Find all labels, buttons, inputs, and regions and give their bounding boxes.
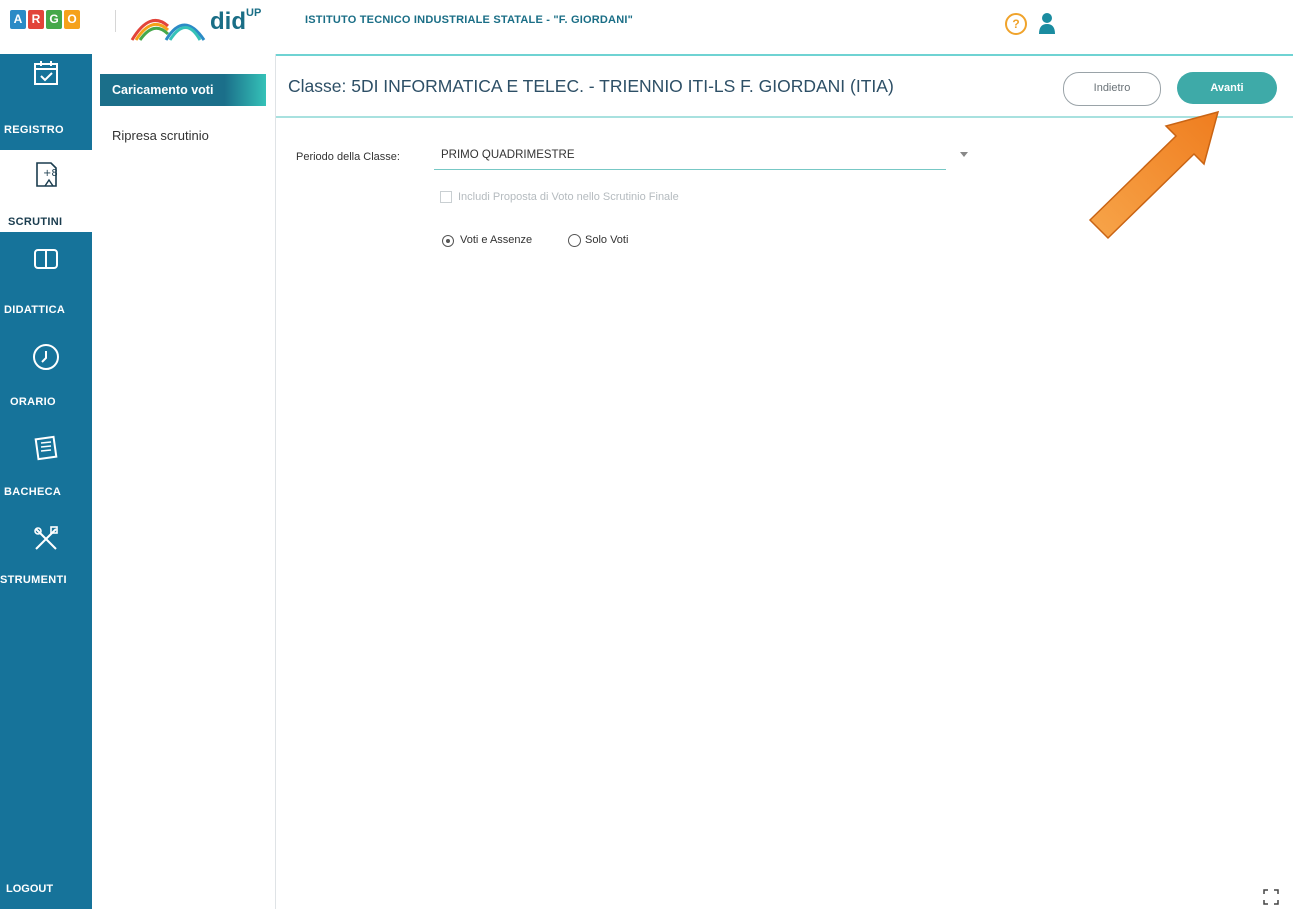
- argo-letter: R: [28, 10, 44, 29]
- header-divider: [115, 10, 116, 32]
- nav-label: BACHECA: [4, 486, 62, 498]
- nav-label: ORARIO: [10, 396, 56, 408]
- next-button[interactable]: Avanti: [1177, 72, 1277, 104]
- argo-letter: G: [46, 10, 62, 29]
- nav-label: DIDATTICA: [4, 304, 66, 316]
- argo-letter: O: [64, 10, 80, 29]
- notice-board-icon: [34, 435, 58, 461]
- includi-proposta-label: Includi Proposta di Voto nello Scrutinio…: [458, 191, 679, 203]
- argo-logo: A R G O: [10, 10, 80, 29]
- app-name-text: did: [210, 8, 246, 35]
- nav-item-strumenti[interactable]: STRUMENTI: [0, 514, 92, 596]
- subnav-item-ripresa-scrutinio[interactable]: Ripresa scrutinio: [112, 128, 209, 143]
- clock-icon: [33, 344, 59, 370]
- radio-solo-voti-label: Solo Voti: [585, 234, 629, 246]
- left-nav: REGISTRO +8 SCRUTINI DIDATTICA ORARIO BA: [0, 54, 92, 909]
- tools-icon: [34, 526, 58, 550]
- book-icon: [34, 249, 58, 269]
- sub-nav: Caricamento voti Ripresa scrutinio: [92, 54, 276, 909]
- radio-voti-e-assenze[interactable]: [442, 235, 454, 247]
- page-title: Classe: 5DI INFORMATICA E TELEC. - TRIEN…: [288, 76, 894, 96]
- radio-voti-e-assenze-label: Voti e Assenze: [460, 234, 533, 246]
- logout-button[interactable]: LOGOUT: [6, 883, 53, 895]
- school-name: ISTITUTO TECNICO INDUSTRIALE STATALE - "…: [305, 14, 634, 26]
- subnav-item-caricamento-voti[interactable]: Caricamento voti: [100, 74, 266, 106]
- didup-arcs-logo: [130, 18, 206, 41]
- periodo-label: Periodo della Classe:: [296, 151, 400, 163]
- help-icon[interactable]: ?: [1005, 13, 1027, 35]
- orange-arrow-annotation: [1088, 110, 1220, 240]
- includi-proposta-checkbox[interactable]: [440, 191, 452, 203]
- nav-label: SCRUTINI: [8, 216, 63, 228]
- user-icon[interactable]: [1038, 12, 1056, 34]
- app-name: didUP: [210, 7, 262, 36]
- argo-letter: A: [10, 10, 26, 29]
- periodo-select[interactable]: PRIMO QUADRIMESTRE: [434, 144, 946, 170]
- back-button[interactable]: Indietro: [1063, 72, 1161, 106]
- nav-label: STRUMENTI: [0, 574, 67, 586]
- chevron-down-icon[interactable]: [960, 152, 968, 157]
- nav-label: REGISTRO: [4, 124, 64, 136]
- nav-item-registro[interactable]: REGISTRO: [0, 54, 92, 136]
- top-bar: A R G O didUP ISTITUTO TECNICO INDUSTRIA…: [0, 0, 1293, 54]
- calendar-check-icon: [34, 61, 58, 85]
- nav-item-scrutini[interactable]: +8 SCRUTINI: [0, 150, 92, 232]
- scrutini-icon: +8: [36, 162, 58, 187]
- svg-text:+8: +8: [43, 168, 58, 179]
- nav-item-bacheca[interactable]: BACHECA: [0, 424, 92, 506]
- app-name-sup: UP: [246, 7, 262, 19]
- radio-solo-voti[interactable]: [568, 234, 581, 247]
- nav-item-didattica[interactable]: DIDATTICA: [0, 240, 92, 322]
- nav-item-orario[interactable]: ORARIO: [0, 334, 92, 416]
- expand-icon[interactable]: [1263, 889, 1279, 905]
